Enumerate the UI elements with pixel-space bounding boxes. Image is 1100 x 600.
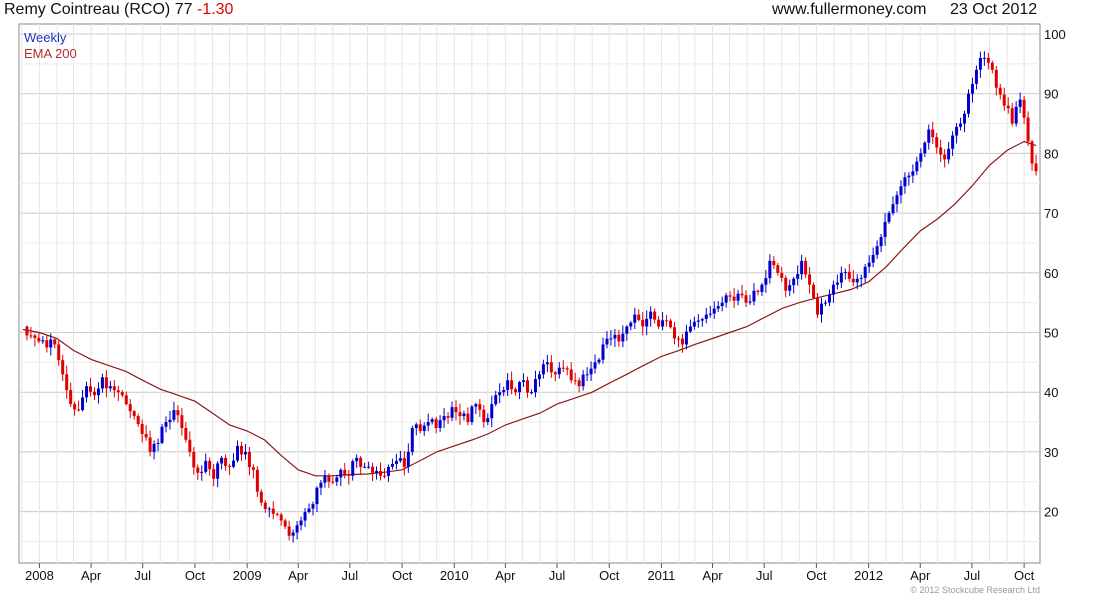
y-tick-label: 90 [1044, 87, 1058, 102]
chart-header: Remy Cointreau (RCO) 77 -1.30 www.fuller… [0, 0, 1100, 24]
x-tick-label: Oct [185, 568, 206, 583]
site-url[interactable]: www.fullermoney.com [772, 1, 926, 19]
y-tick-label: 50 [1044, 326, 1058, 341]
x-tick-label: 2009 [233, 568, 262, 583]
candle [160, 424, 164, 445]
y-tick-label: 100 [1044, 27, 1066, 42]
x-tick-label: Apr [910, 568, 931, 583]
copyright-credit: © 2012 Stockcube Research Ltd [910, 585, 1040, 595]
y-tick-label: 60 [1044, 266, 1058, 281]
x-tick-label: Apr [495, 568, 516, 583]
y-tick-label: 40 [1044, 385, 1058, 400]
x-tick-label: 2012 [854, 568, 883, 583]
y-tick-label: 30 [1044, 445, 1058, 460]
y-tick-label: 70 [1044, 206, 1058, 221]
chart-date: 23 Oct 2012 [950, 1, 1038, 18]
x-tick-label: Jul [756, 568, 773, 583]
y-tick-label: 80 [1044, 146, 1058, 161]
y-tick-label: 20 [1044, 505, 1058, 520]
x-tick-label: Oct [392, 568, 413, 583]
x-tick-label: 2011 [647, 568, 675, 583]
chart-title: Remy Cointreau (RCO) 77 -1.30 [4, 1, 233, 19]
candle [470, 405, 474, 425]
x-tick-label: Jul [549, 568, 566, 583]
candle [812, 282, 816, 300]
x-tick-label: Oct [806, 568, 827, 583]
x-tick-label: Jul [342, 568, 359, 583]
x-tick-label: 2008 [25, 568, 54, 583]
x-tick-label: Oct [599, 568, 620, 583]
last-price: 77 [174, 1, 193, 18]
company-name: Remy Cointreau (RCO) [4, 1, 171, 18]
x-tick-label: Oct [1014, 568, 1035, 583]
x-tick-label: Apr [81, 568, 102, 583]
x-tick-label: Apr [288, 568, 309, 583]
legend-ema: EMA 200 [24, 46, 77, 61]
price-chart: 20 30 40 50 60 70 80 90 100 2008 Apr Jul Oct 2009 Apr… [18, 23, 1066, 583]
x-tick-label: Jul [964, 568, 981, 583]
price-change: -1.30 [196, 1, 234, 18]
legend-weekly: Weekly [24, 30, 67, 45]
x-tick-label: Jul [134, 568, 151, 583]
x-tick-label: Apr [702, 568, 723, 583]
candle [410, 425, 414, 456]
x-tick-label: 2010 [440, 568, 469, 583]
